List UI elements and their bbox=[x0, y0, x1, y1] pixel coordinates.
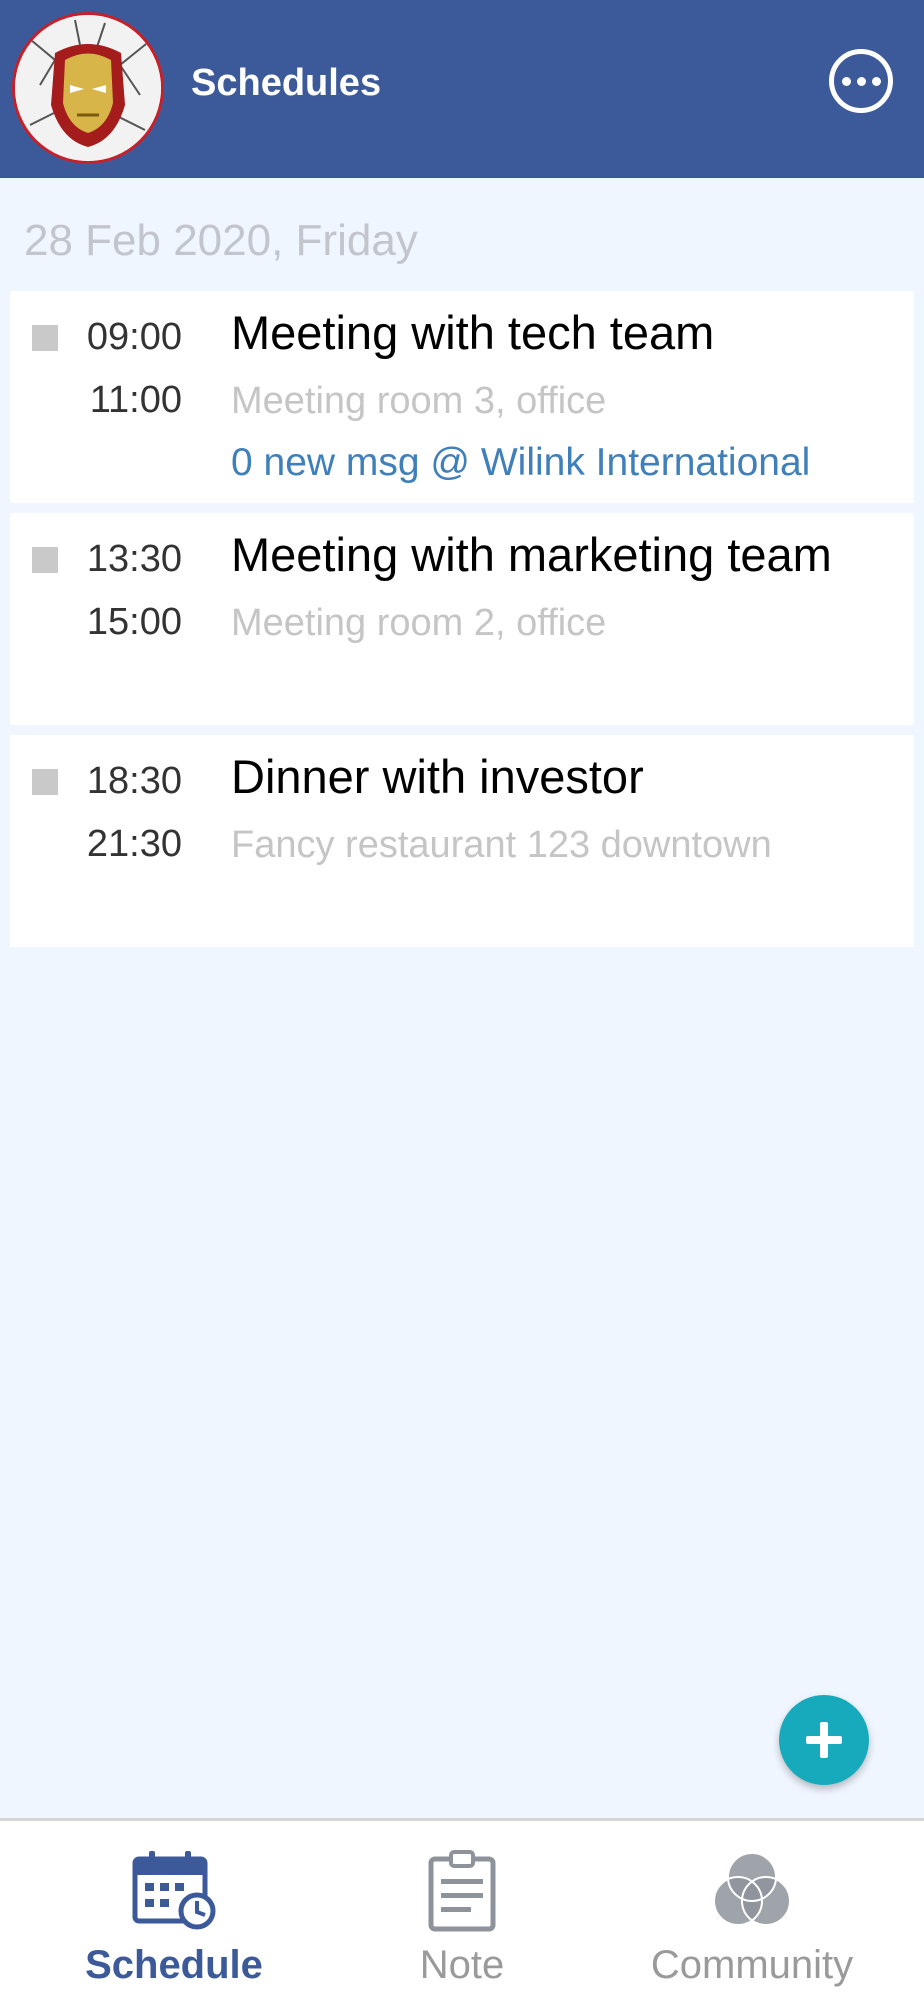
event-card[interactable]: 18:30 21:30 Dinner with investor Fancy r… bbox=[10, 735, 914, 947]
tab-note[interactable]: Note bbox=[312, 1821, 612, 2000]
event-message-link[interactable]: 0 new msg @ Wilink International bbox=[231, 441, 810, 485]
more-options-button[interactable] bbox=[829, 49, 893, 113]
event-title: Meeting with marketing team bbox=[231, 528, 832, 581]
event-end-time: 15:00 bbox=[86, 601, 182, 643]
event-start-time: 18:30 bbox=[86, 760, 182, 802]
event-location: Fancy restaurant 123 downtown bbox=[231, 824, 772, 866]
more-options-icon bbox=[841, 76, 851, 86]
date-heading: 28 Feb 2020, Friday bbox=[24, 216, 418, 265]
event-title: Dinner with investor bbox=[231, 750, 644, 803]
event-marker-icon bbox=[32, 769, 58, 795]
more-options-icon-dot bbox=[871, 76, 881, 86]
bottom-tab-bar: Schedule Note Community bbox=[0, 1818, 924, 2000]
event-title: Meeting with tech team bbox=[231, 306, 715, 359]
event-end-time: 21:30 bbox=[86, 823, 182, 865]
plus-icon bbox=[806, 1722, 842, 1758]
event-marker-icon bbox=[32, 547, 58, 573]
event-start-time: 13:30 bbox=[86, 538, 182, 580]
event-start-time: 09:00 bbox=[86, 316, 182, 358]
page-title: Schedules bbox=[191, 62, 382, 104]
note-icon bbox=[428, 1850, 496, 1932]
tab-label: Community bbox=[650, 1943, 854, 1987]
avatar[interactable] bbox=[12, 12, 164, 164]
calendar-icon bbox=[132, 1851, 216, 1930]
tab-community[interactable]: Community bbox=[602, 1821, 902, 2000]
event-card[interactable]: 09:00 11:00 Meeting with tech team Meeti… bbox=[10, 291, 914, 503]
event-location: Meeting room 2, office bbox=[231, 602, 607, 644]
community-icon bbox=[713, 1852, 791, 1926]
tab-schedule[interactable]: Schedule bbox=[24, 1821, 324, 2000]
app-header: Schedules bbox=[0, 0, 924, 178]
tab-label: Note bbox=[419, 1943, 505, 1987]
tab-label: Schedule bbox=[85, 1943, 263, 1987]
event-location: Meeting room 3, office bbox=[231, 380, 607, 422]
event-end-time: 11:00 bbox=[89, 379, 182, 421]
iron-man-mask-avatar-icon bbox=[15, 15, 161, 161]
add-event-button[interactable] bbox=[779, 1695, 869, 1785]
event-marker-icon bbox=[32, 325, 58, 351]
event-card[interactable]: 13:30 15:00 Meeting with marketing team … bbox=[10, 513, 914, 725]
more-options-icon-dot bbox=[856, 76, 866, 86]
